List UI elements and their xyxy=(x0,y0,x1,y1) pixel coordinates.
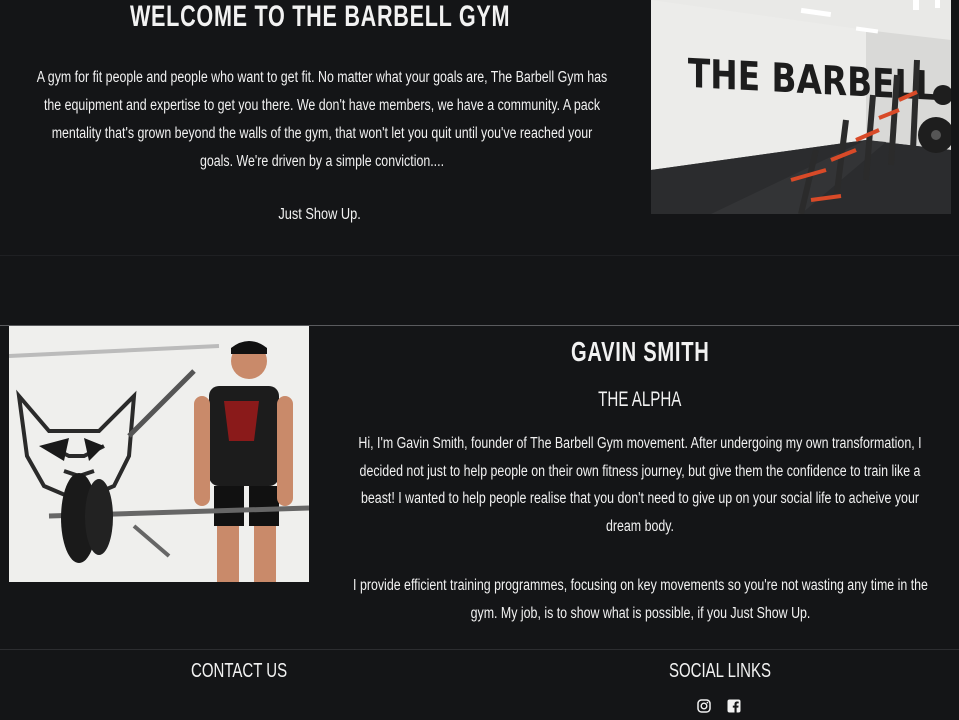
coach-bio-line: dream body. xyxy=(605,517,674,535)
gym-interior-image: THE BARBELL xyxy=(651,0,951,214)
coach-bio-line: decided not just to help people on their… xyxy=(359,462,921,480)
coach-bio-line: beast! I wanted to help people realise t… xyxy=(361,490,919,507)
coach-role: THE ALPHA xyxy=(598,388,682,411)
coach-name: GAVIN SMITH xyxy=(570,336,710,367)
coach-deadlift-image xyxy=(9,326,309,582)
coach-bio-programmes: I provide efficient training programmes,… xyxy=(338,572,942,628)
welcome-line: mentality that's grown beyond the walls … xyxy=(51,125,593,142)
welcome-title: WELCOME TO THE BARBELL GYM xyxy=(129,0,511,33)
coach-bio-line: Hi, I'm Gavin Smith, founder of The Barb… xyxy=(358,435,922,452)
contact-heading: CONTACT US xyxy=(191,660,288,682)
coach-bio-line: gym. My job, is to show what is possible… xyxy=(470,605,810,622)
coach-bio: Hi, I'm Gavin Smith, founder of The Barb… xyxy=(344,430,936,540)
social-icons xyxy=(697,699,741,713)
welcome-section: WELCOME TO THE BARBELL GYM A gym for fit… xyxy=(0,0,959,256)
welcome-line: A gym for fit people and people who want… xyxy=(36,69,608,86)
facebook-icon[interactable] xyxy=(727,699,741,713)
footer: CONTACT US SOCIAL LINKS xyxy=(0,649,959,720)
social-links-heading: SOCIAL LINKS xyxy=(668,660,771,682)
coach-bio-line: I provide efficient training programmes,… xyxy=(352,577,928,594)
welcome-line: goals. We're driven by a simple convicti… xyxy=(199,153,445,170)
instagram-icon[interactable] xyxy=(697,699,711,713)
welcome-description: A gym for fit people and people who want… xyxy=(22,64,622,176)
welcome-line: the equipment and expertise to get you t… xyxy=(43,97,601,114)
welcome-tagline: Just Show Up. xyxy=(278,206,362,223)
